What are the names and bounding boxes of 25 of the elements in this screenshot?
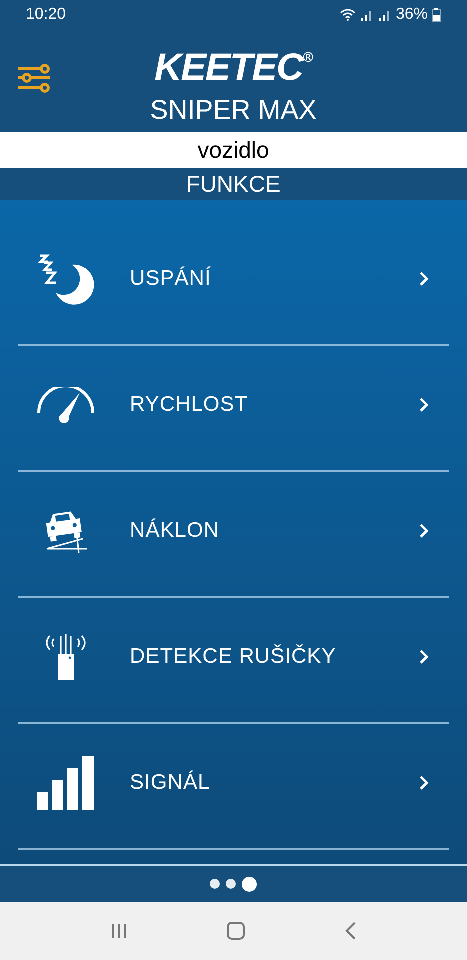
- status-time: 10:20: [26, 5, 66, 25]
- chevron-right-icon[interactable]: [419, 397, 429, 413]
- menu-item[interactable]: DETEKCE RUŠIČKY: [130, 641, 419, 673]
- cell-signal-icon: [378, 9, 392, 21]
- chevron-right-icon[interactable]: [419, 775, 429, 791]
- menu-item[interactable]: RYCHLOST: [130, 389, 419, 421]
- settings-icon[interactable]: [17, 64, 51, 94]
- wifi-icon: [340, 9, 356, 21]
- battery-icon: [432, 8, 441, 22]
- vehicle-label: vozidlo: [0, 132, 467, 168]
- menu-item[interactable]: SIGNÁL: [130, 767, 419, 799]
- chevron-right-icon[interactable]: [419, 523, 429, 539]
- signal-bars-icon: [37, 756, 95, 810]
- chevron-right-icon[interactable]: [419, 649, 429, 665]
- home-icon[interactable]: [226, 921, 246, 941]
- menu-item[interactable]: USPÁNÍ: [130, 263, 419, 295]
- brand-logo: KEETEC$^{®}$: [154, 46, 312, 90]
- cell-signal-icon: [360, 9, 374, 21]
- menu-item[interactable]: NÁKLON: [130, 515, 419, 547]
- speedometer-icon: [37, 387, 95, 423]
- moon-sleep-icon: [38, 253, 94, 305]
- chevron-right-icon[interactable]: [419, 271, 429, 287]
- battery-percent: 36%: [396, 5, 428, 25]
- model-name: SNIPER MAX: [150, 94, 317, 127]
- back-icon[interactable]: [344, 921, 358, 941]
